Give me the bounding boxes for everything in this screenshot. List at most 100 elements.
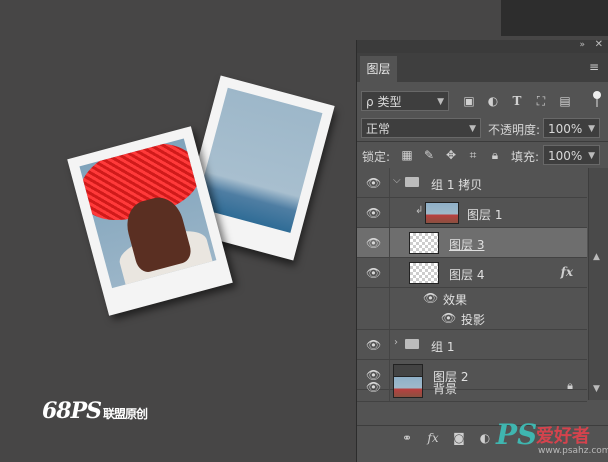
filter-toggle-switch[interactable]: [593, 91, 601, 107]
filter-smartobject-icon[interactable]: ▤: [557, 93, 573, 109]
visibility-column-divider: [389, 372, 390, 401]
scroll-up-icon[interactable]: ▲: [593, 252, 600, 262]
visibility-column-divider: [389, 168, 390, 197]
layer-thumbnail: [425, 202, 459, 224]
layer-thumbnail: [409, 232, 439, 254]
collapse-panel-icon[interactable]: »: [579, 40, 585, 50]
blend-row: 正常 ▼ 不透明度: 100% ▼: [357, 116, 608, 140]
eye-icon[interactable]: 👁︎: [366, 338, 381, 352]
visibility-column-divider: [389, 330, 390, 359]
link-layers-icon[interactable]: ⚭: [399, 430, 415, 446]
logo-sub-text: 联盟原创: [103, 407, 148, 421]
sea-sky-image: [195, 87, 323, 233]
layer-row-background[interactable]: 👁︎ 背景 🔒︎: [357, 372, 587, 402]
opacity-label: 不透明度:: [488, 123, 541, 137]
chevron-down-icon[interactable]: ⌵: [393, 175, 401, 186]
watermark: PS 爱好者 www.psahz.com: [490, 414, 608, 462]
layer-thumbnail: [393, 376, 423, 398]
lock-transparent-icon[interactable]: ▦: [399, 147, 415, 163]
visibility-column-divider: [389, 308, 390, 329]
layer-row-layer4[interactable]: 👁︎ 图层 4 fx: [357, 258, 587, 288]
panel-title-bar: » ✕: [357, 39, 608, 53]
filter-pixel-icon[interactable]: ▣: [461, 93, 477, 109]
visibility-column-divider: [389, 228, 390, 257]
layer-row-layer1[interactable]: 👁︎ ↲ 图层 1: [357, 198, 587, 228]
watermark-brand: PS: [496, 418, 538, 451]
close-panel-icon[interactable]: ✕: [595, 39, 603, 50]
tab-layers[interactable]: 图层: [360, 56, 397, 82]
filter-type-icon[interactable]: T: [509, 93, 525, 109]
lock-paint-icon[interactable]: ✎: [421, 147, 437, 163]
visibility-column-divider: [389, 288, 390, 308]
lock-move-icon[interactable]: ✥: [443, 147, 459, 163]
eye-icon[interactable]: 👁︎: [366, 380, 381, 394]
eye-icon[interactable]: 👁︎: [441, 311, 456, 325]
lock-label: 锁定:: [362, 150, 391, 164]
visibility-column-divider: [389, 198, 390, 227]
folder-icon: [405, 177, 419, 187]
clipping-arrow-icon: ↲: [415, 205, 424, 216]
fill-value: 100%: [548, 149, 583, 163]
blend-mode-value: 正常: [366, 122, 391, 136]
layer-effects-icon[interactable]: fx: [561, 265, 573, 279]
panel-menu-icon[interactable]: ≡: [589, 60, 599, 74]
eye-icon[interactable]: 👁︎: [366, 206, 381, 220]
layer-name: 背景: [433, 382, 458, 396]
effect-row-drop-shadow[interactable]: 👁︎ 投影: [357, 308, 587, 330]
layer-name: 组 1 拷贝: [431, 178, 483, 192]
eye-icon[interactable]: 👁︎: [366, 236, 381, 250]
layer-row-layer3[interactable]: 👁︎ 图层 3: [357, 228, 587, 258]
filter-row: ρ 类型 ▼ ▣ ◐ T ⛶ ▤: [357, 89, 608, 113]
scroll-down-icon[interactable]: ▼: [593, 384, 600, 394]
layer-list-scrollbar[interactable]: ▲ ▼: [588, 168, 608, 400]
add-style-icon[interactable]: fx: [425, 430, 441, 446]
lock-row: 锁定: ▦ ✎ ✥ ⌗ 🔒︎ 填充: 100% ▼: [357, 143, 608, 167]
eye-icon[interactable]: 👁︎: [366, 266, 381, 280]
chevron-right-icon[interactable]: ›: [394, 337, 398, 348]
layers-panel: » ✕ 图层 ≡ ρ 类型 ▼ ▣ ◐ T ⛶ ▤ 正常 ▼ 不透明度: 100…: [356, 39, 608, 462]
lock-all-icon[interactable]: 🔒︎: [487, 147, 503, 163]
lock-artboard-icon[interactable]: ⌗: [465, 147, 481, 163]
layer-name: 图层 1: [467, 208, 503, 222]
chevron-down-icon: ▼: [437, 97, 444, 107]
toggle-stem: [596, 99, 598, 107]
layer-row-group1-copy[interactable]: 👁︎ ⌵ 组 1 拷贝: [357, 168, 587, 198]
toggle-knob: [593, 91, 601, 99]
effects-row[interactable]: 👁︎ 效果: [357, 288, 587, 308]
layer-row-group1[interactable]: 👁︎ › 组 1: [357, 330, 587, 360]
visibility-column-divider: [389, 258, 390, 287]
chevron-down-icon: ▼: [588, 124, 595, 134]
filter-kind-value: 类型: [377, 95, 402, 109]
effect-name: 投影: [461, 313, 486, 327]
watermark-url: www.psahz.com: [538, 446, 608, 456]
filter-adjustment-icon[interactable]: ◐: [485, 93, 501, 109]
add-mask-icon[interactable]: ◙: [451, 430, 467, 446]
filter-kind-select[interactable]: ρ 类型 ▼: [361, 91, 449, 111]
layer-name: 图层 4: [449, 268, 485, 282]
fill-label: 填充:: [511, 150, 540, 164]
panel-tab-row: 图层 ≡: [357, 53, 608, 82]
folder-icon: [405, 339, 419, 349]
eye-icon[interactable]: 👁︎: [423, 291, 438, 305]
search-icon: ρ: [366, 95, 374, 109]
effects-label: 效果: [443, 293, 468, 307]
blend-mode-select[interactable]: 正常 ▼: [361, 118, 481, 138]
layer-thumbnail: [409, 262, 439, 284]
layer-name[interactable]: 图层 3: [449, 236, 484, 253]
logo-main-text: 68PS: [42, 398, 102, 424]
watermark-cn-text: 爱好者: [536, 426, 590, 447]
eye-icon[interactable]: 👁︎: [366, 176, 381, 190]
filter-shape-icon[interactable]: ⛶: [533, 93, 549, 109]
opacity-value: 100%: [548, 122, 583, 136]
site-logo: 68PS 联盟原创: [42, 398, 148, 424]
layer-list: 👁︎ ⌵ 组 1 拷贝 👁︎ ↲ 图层 1 👁︎ 图层 3 👁︎ 图层 4 fx…: [357, 168, 587, 400]
chevron-down-icon: ▼: [469, 124, 476, 134]
lock-icon: 🔒︎: [567, 379, 573, 392]
red-hat-girl-image: [79, 138, 217, 289]
chevron-down-icon: ▼: [588, 151, 595, 161]
divider: [357, 141, 608, 142]
layer-name: 组 1: [431, 340, 455, 354]
opacity-field[interactable]: 100% ▼: [543, 118, 600, 138]
window-top-strip: [501, 0, 608, 36]
fill-field[interactable]: 100% ▼: [543, 145, 600, 165]
